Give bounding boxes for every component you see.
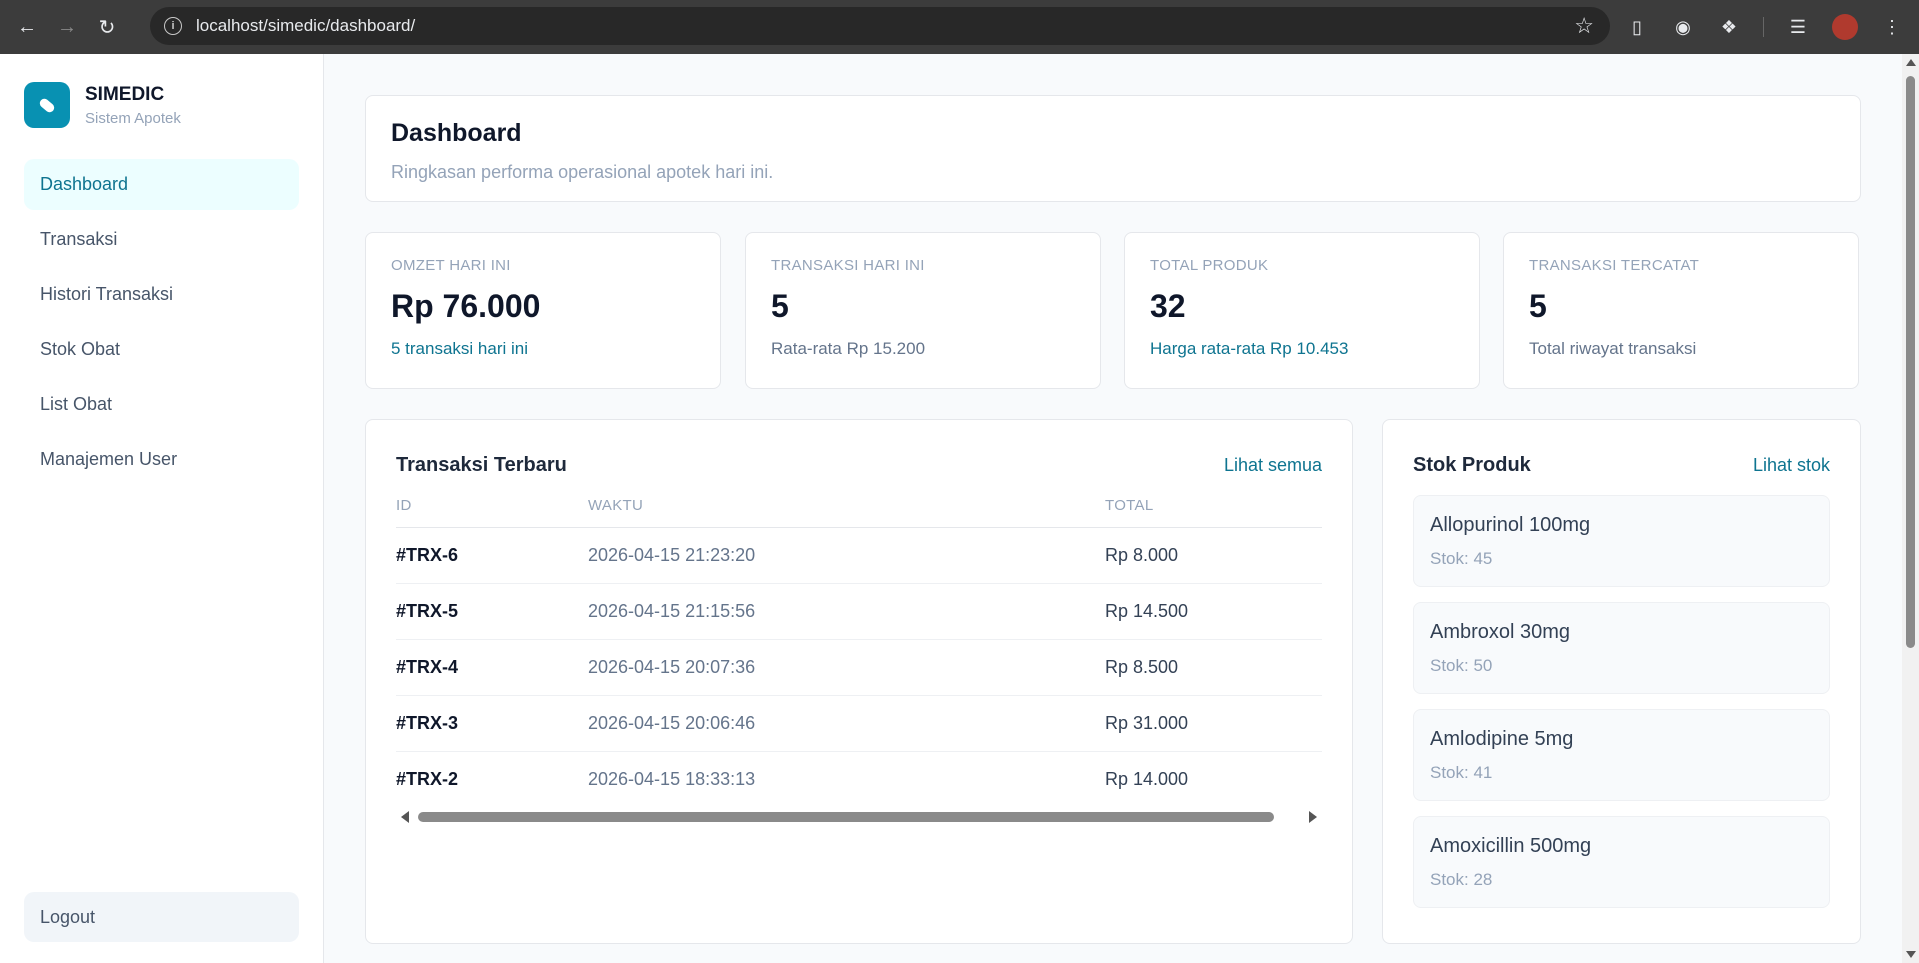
sidebar-item-stok-obat[interactable]: Stok Obat xyxy=(24,324,299,375)
transaction-time: 2026-04-15 20:06:46 xyxy=(588,695,1105,752)
stat-label: TOTAL PRODUK xyxy=(1150,257,1269,274)
table-row: #TRX-5 2026-04-15 21:15:56 Rp 14.500 xyxy=(396,583,1322,640)
stat-label: TRANSAKSI TERCATAT xyxy=(1529,257,1700,274)
url-text[interactable]: localhost/simedic/dashboard/ xyxy=(196,16,415,36)
list-item[interactable]: Amlodipine 5mg Stok: 41 xyxy=(1413,709,1830,801)
transaction-total: Rp 14.000 xyxy=(1105,768,1189,789)
page-header: Dashboard Ringkasan performa operasional… xyxy=(365,95,1861,202)
stat-card-total-produk: TOTAL PRODUK 32 Harga rata-rata Rp 10.45… xyxy=(1124,232,1480,389)
stat-value: 5 xyxy=(1529,288,1547,324)
color-extension-icon[interactable]: ◉ xyxy=(1671,15,1695,39)
scroll-down-arrow-icon[interactable] xyxy=(1906,951,1916,958)
stat-note: 5 transaksi hari ini xyxy=(391,339,529,358)
scrollbar-thumb[interactable] xyxy=(418,812,1274,822)
list-item[interactable]: Allopurinol 100mg Stok: 45 xyxy=(1413,495,1830,587)
column-header-total: TOTAL xyxy=(1105,494,1322,528)
table-horizontal-scrollbar[interactable] xyxy=(396,807,1322,827)
stat-card-transaksi-tercatat: TRANSAKSI TERCATAT 5 Total riwayat trans… xyxy=(1503,232,1859,389)
transaction-time: 2026-04-15 20:07:36 xyxy=(588,639,1105,696)
stat-note: Rata-rata Rp 15.200 xyxy=(771,339,926,358)
stat-label: OMZET HARI INI xyxy=(391,257,511,274)
view-all-link[interactable]: Lihat semua xyxy=(1224,455,1322,476)
sidebar-item-list-obat[interactable]: List Obat xyxy=(24,379,299,430)
stock-products-card: Stok Produk Lihat stok Allopurinol 100mg… xyxy=(1382,419,1861,944)
list-item[interactable]: Amoxicillin 500mg Stok: 28 xyxy=(1413,816,1830,908)
sidebar-item-manajemen-user[interactable]: Manajemen User xyxy=(24,434,299,485)
product-stock: Stok: 50 xyxy=(1430,656,1493,675)
transaction-time: 2026-04-15 18:33:13 xyxy=(588,768,756,789)
product-name: Amoxicillin 500mg xyxy=(1430,835,1592,857)
transaction-total: Rp 14.500 xyxy=(1105,583,1322,640)
product-name: Ambroxol 30mg xyxy=(1430,621,1571,643)
stat-note: Total riwayat transaksi xyxy=(1529,339,1697,358)
sidebar: SIMEDIC Sistem Apotek Dashboard Transaks… xyxy=(0,54,324,963)
transaction-id: #TRX-3 xyxy=(396,695,588,752)
table-row: #TRX-6 2026-04-15 21:23:20 Rp 8.000 xyxy=(396,527,1322,584)
transactions-table: ID WAKTU TOTAL #TRX-6 2026-04-15 21:23:2… xyxy=(396,494,1322,807)
recent-transactions-title: Transaksi Terbaru xyxy=(396,454,567,476)
scroll-up-arrow-icon[interactable] xyxy=(1906,59,1916,66)
sidebar-nav: Dashboard Transaksi Histori Transaksi St… xyxy=(24,159,299,489)
transaction-total: Rp 31.000 xyxy=(1105,695,1322,752)
view-stock-link[interactable]: Lihat stok xyxy=(1753,455,1830,476)
transaction-time: 2026-04-15 21:15:56 xyxy=(588,583,1105,640)
sidebar-item-dashboard[interactable]: Dashboard xyxy=(24,159,299,210)
bookmark-star-icon[interactable]: ☆ xyxy=(1574,13,1594,39)
column-header-id: ID xyxy=(396,494,588,528)
transaction-total: Rp 8.500 xyxy=(1105,639,1322,696)
product-stock: Stok: 41 xyxy=(1430,763,1493,782)
transaction-total: Rp 8.000 xyxy=(1105,527,1322,584)
scroll-left-arrow-icon[interactable] xyxy=(401,811,409,823)
table-row: #TRX-4 2026-04-15 20:07:36 Rp 8.500 xyxy=(396,639,1322,696)
pill-logo-icon xyxy=(24,82,70,128)
product-name: Allopurinol 100mg xyxy=(1430,514,1591,536)
transaction-id: #TRX-6 xyxy=(396,527,588,584)
logout-button[interactable]: Logout xyxy=(24,892,299,942)
puzzle-extensions-icon[interactable]: ❖ xyxy=(1717,15,1741,39)
sidebar-item-histori-transaksi[interactable]: Histori Transaksi xyxy=(24,269,299,320)
page-title: Dashboard xyxy=(391,119,522,147)
transaction-id: #TRX-2 xyxy=(396,768,459,789)
scroll-right-arrow-icon[interactable] xyxy=(1309,811,1317,823)
recent-transactions-card: Transaksi Terbaru Lihat semua ID WAKTU T… xyxy=(365,419,1353,944)
table-row: #TRX-3 2026-04-15 20:06:46 Rp 31.000 xyxy=(396,695,1322,752)
stock-list: Allopurinol 100mg Stok: 45 Ambroxol 30mg… xyxy=(1413,495,1830,908)
stat-card-transaksi-hari-ini: TRANSAKSI HARI INI 5 Rata-rata Rp 15.200 xyxy=(745,232,1101,389)
transaction-id: #TRX-4 xyxy=(396,639,588,696)
stat-value: 32 xyxy=(1150,288,1186,324)
stat-card-omzet: OMZET HARI INI Rp 76.000 5 transaksi har… xyxy=(365,232,721,389)
scrollbar-thumb[interactable] xyxy=(1906,76,1915,648)
product-stock: Stok: 45 xyxy=(1430,549,1493,568)
brand[interactable]: SIMEDIC Sistem Apotek xyxy=(24,82,181,128)
back-arrow-icon[interactable]: ← xyxy=(14,14,40,40)
reload-icon[interactable]: ↻ xyxy=(94,14,120,40)
forward-arrow-icon[interactable]: → xyxy=(54,14,80,40)
page-subtitle: Ringkasan performa operasional apotek ha… xyxy=(391,162,774,182)
address-bar[interactable]: i localhost/simedic/dashboard/ ☆ xyxy=(150,7,1610,45)
brand-name: SIMEDIC xyxy=(85,83,165,105)
browser-toolbar: ← → ↻ i localhost/simedic/dashboard/ ☆ ▯… xyxy=(0,0,1919,54)
product-stock: Stok: 28 xyxy=(1430,870,1493,889)
product-name: Amlodipine 5mg xyxy=(1430,728,1574,750)
profile-avatar[interactable] xyxy=(1832,14,1858,40)
page-vertical-scrollbar[interactable] xyxy=(1902,54,1919,963)
media-queue-icon[interactable]: ☰ xyxy=(1786,15,1810,39)
table-row: #TRX-2 2026-04-15 18:33:13 Rp 14.000 xyxy=(396,751,1322,807)
site-info-icon[interactable]: i xyxy=(164,17,182,35)
toolbar-divider xyxy=(1763,17,1764,37)
transaction-time: 2026-04-15 21:23:20 xyxy=(588,527,1105,584)
kebab-menu-icon[interactable]: ⋮ xyxy=(1880,15,1904,39)
brand-subtitle: Sistem Apotek xyxy=(85,109,181,127)
stock-products-title: Stok Produk xyxy=(1413,454,1531,476)
column-header-waktu: WAKTU xyxy=(588,494,1105,528)
stat-value: Rp 76.000 xyxy=(391,288,541,324)
document-extension-icon[interactable]: ▯ xyxy=(1625,15,1649,39)
stat-note: Harga rata-rata Rp 10.453 xyxy=(1150,339,1349,358)
stat-label: TRANSAKSI HARI INI xyxy=(771,257,925,274)
stat-value: 5 xyxy=(771,288,789,324)
sidebar-item-transaksi[interactable]: Transaksi xyxy=(24,214,299,265)
transaction-id: #TRX-5 xyxy=(396,583,588,640)
list-item[interactable]: Ambroxol 30mg Stok: 50 xyxy=(1413,602,1830,694)
